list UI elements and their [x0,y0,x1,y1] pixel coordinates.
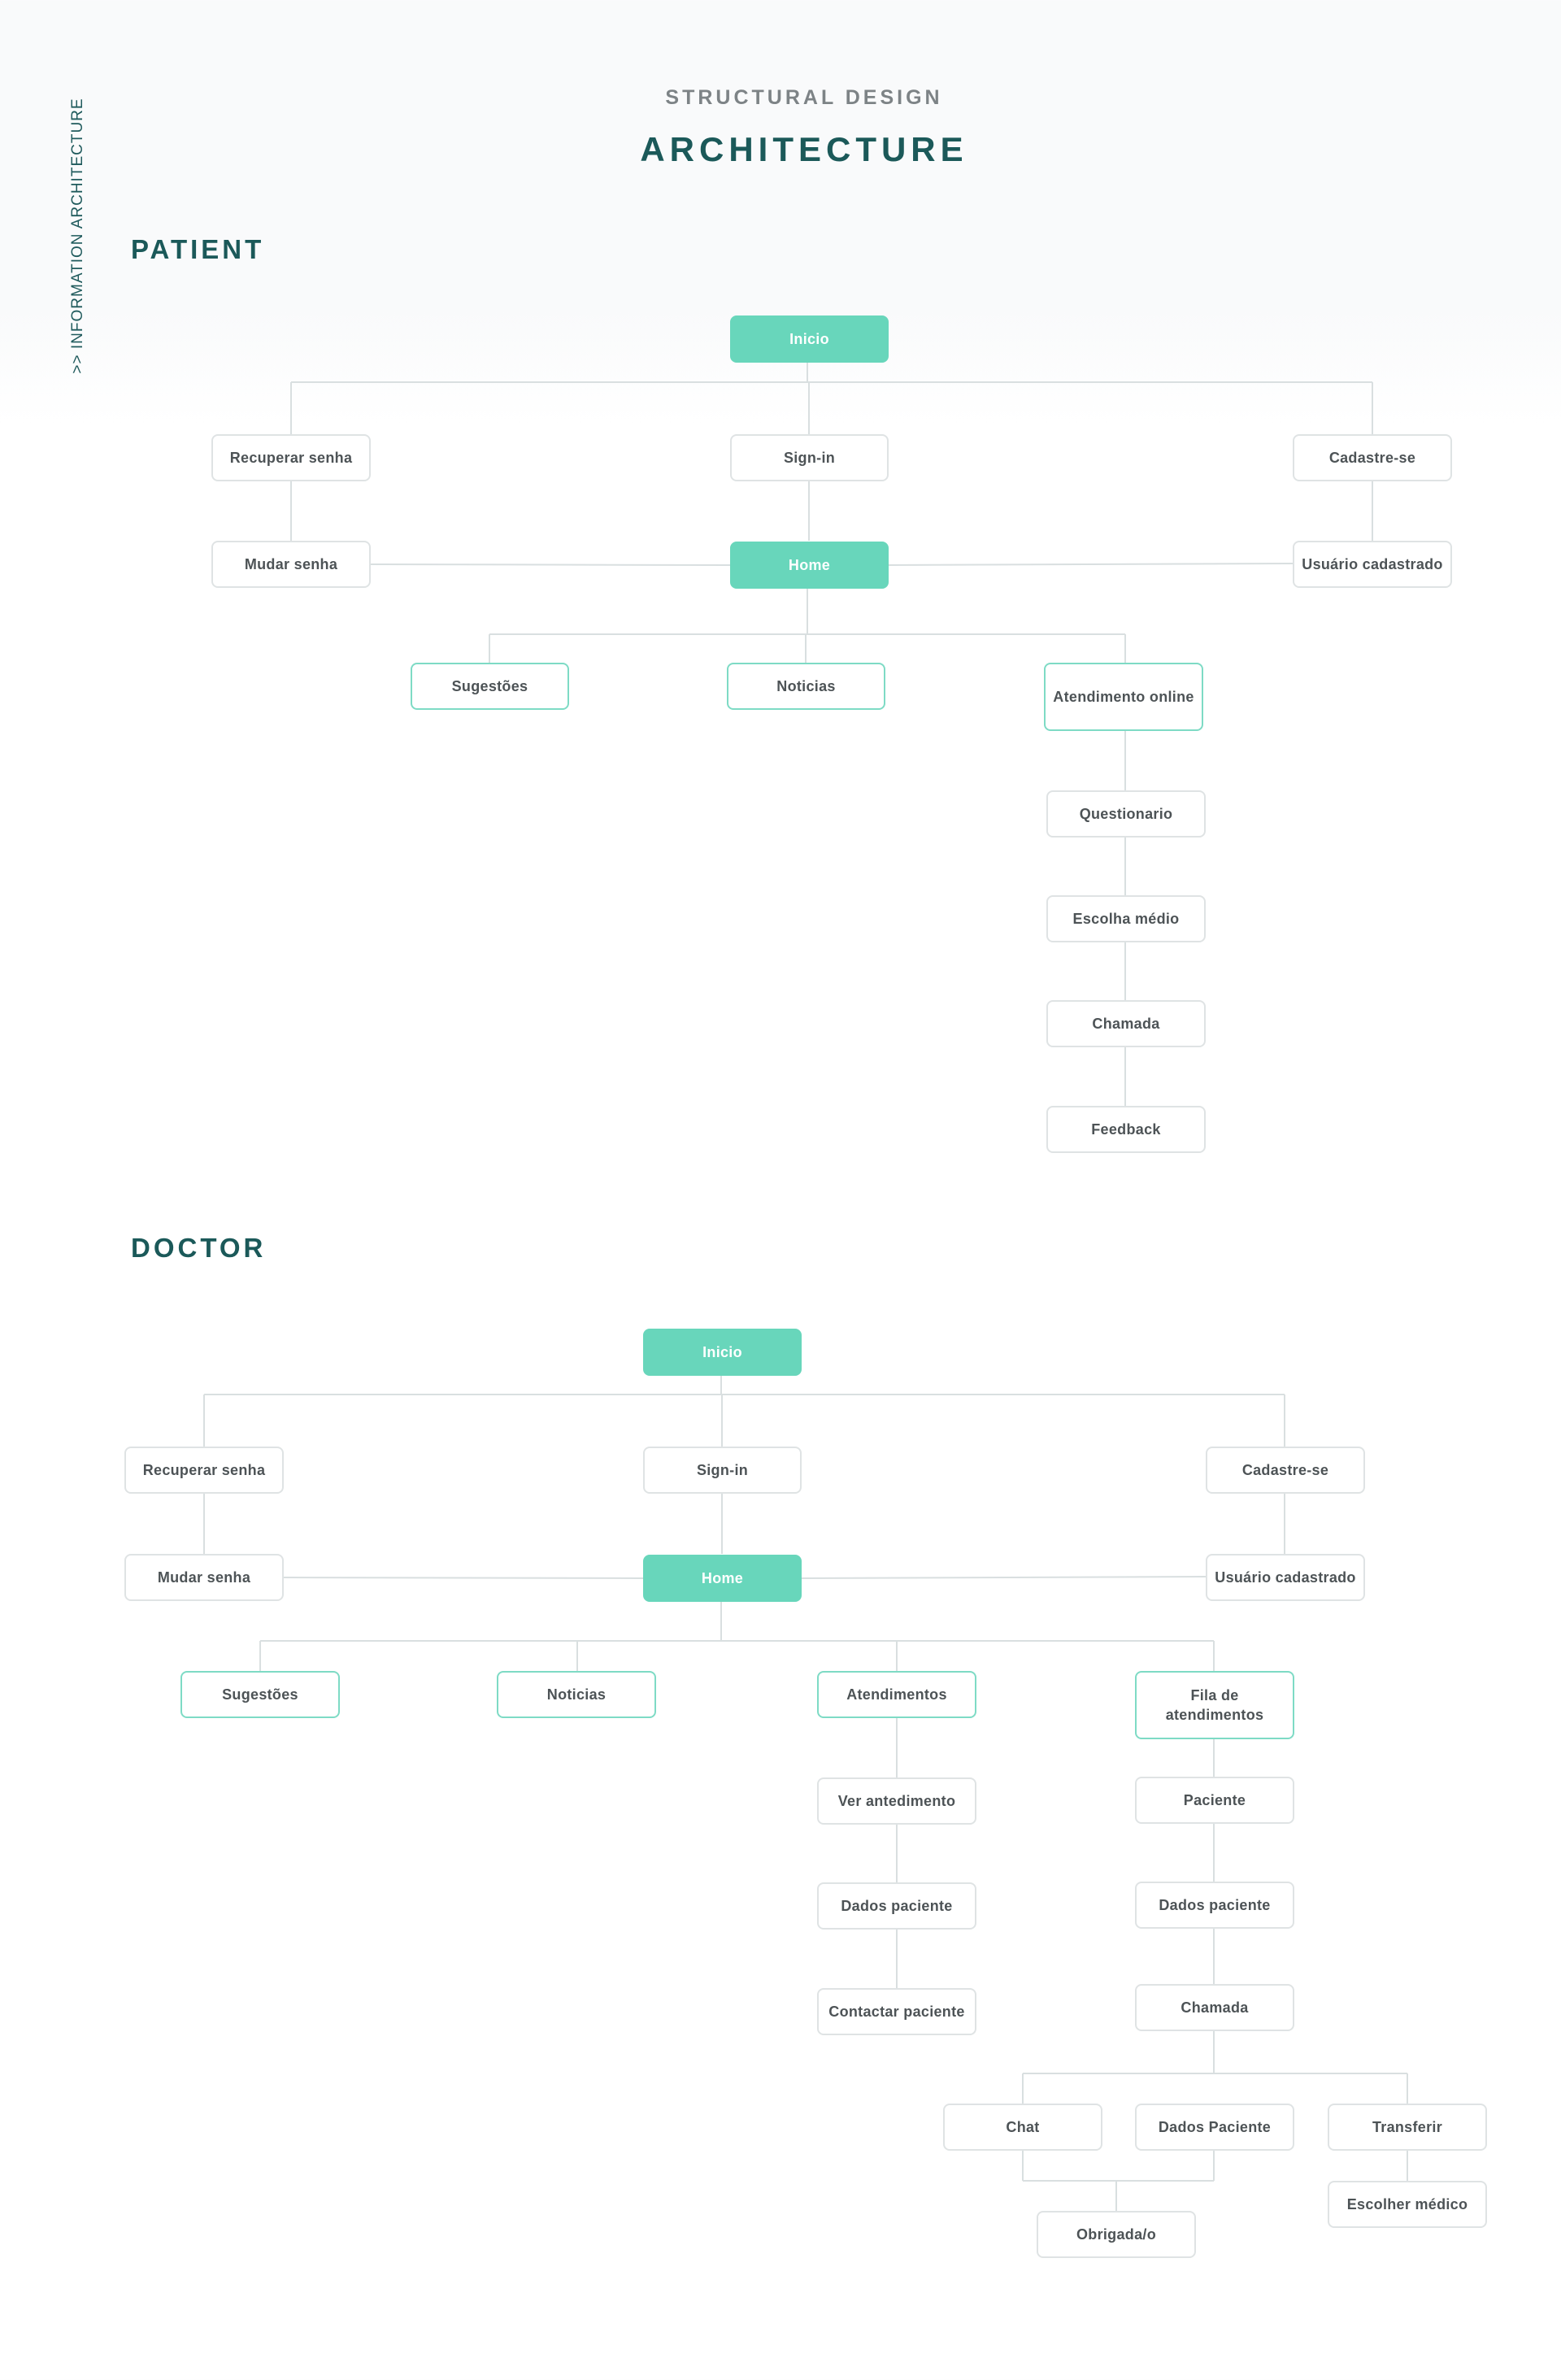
doctor-node-dados-paciente-fila[interactable]: Dados paciente [1135,1882,1294,1929]
doctor-node-chamada[interactable]: Chamada [1135,1984,1294,2031]
doctor-node-fila-de-atendimentos[interactable]: Fila de atendimentos [1135,1671,1294,1739]
doctor-node-obrigada[interactable]: Obrigada/o [1037,2211,1196,2258]
doctor-node-dados-paciente-chamada[interactable]: Dados Paciente [1135,2104,1294,2151]
doctor-node-escolher-medico[interactable]: Escolher médico [1328,2181,1487,2228]
doctor-node-sugestoes[interactable]: Sugestões [180,1671,340,1718]
doctor-node-cadastre-se[interactable]: Cadastre-se [1206,1447,1365,1494]
doctor-node-paciente[interactable]: Paciente [1135,1777,1294,1824]
doctor-node-sign-in[interactable]: Sign-in [643,1447,802,1494]
doctor-node-ver-antedimento[interactable]: Ver antedimento [817,1777,976,1825]
doctor-node-chat[interactable]: Chat [943,2104,1102,2151]
doctor-node-usuario-cadastrado[interactable]: Usuário cadastrado [1206,1554,1365,1601]
doctor-connector-lines [203,1376,1408,2211]
doctor-node-dados-paciente-atendimentos[interactable]: Dados paciente [817,1882,976,1930]
doctor-node-noticias[interactable]: Noticias [497,1671,656,1718]
doctor-node-inicio[interactable]: Inicio [643,1329,802,1376]
doctor-node-mudar-senha[interactable]: Mudar senha [124,1554,284,1601]
doctor-node-transferir[interactable]: Transferir [1328,2104,1487,2151]
doctor-node-contactar-paciente[interactable]: Contactar paciente [817,1988,976,2035]
doctor-node-recuperar-senha[interactable]: Recuperar senha [124,1447,284,1494]
doctor-node-home[interactable]: Home [643,1555,802,1602]
doctor-node-atendimentos[interactable]: Atendimentos [817,1671,976,1718]
